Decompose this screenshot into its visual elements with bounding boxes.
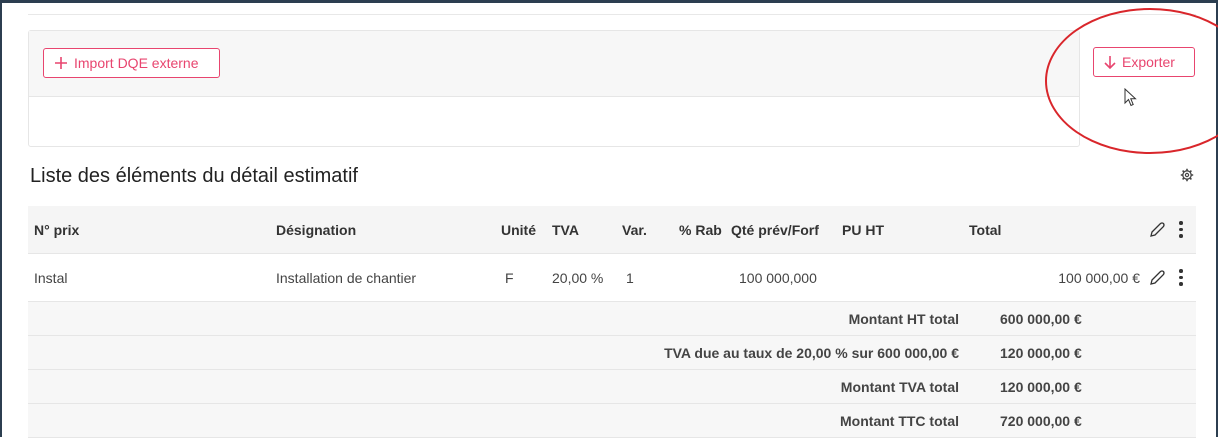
- window-top-border: [0, 0, 1218, 3]
- import-toolbar: Import DQE externe: [29, 31, 1079, 97]
- col-header-total[interactable]: Total: [969, 206, 1148, 254]
- summary-label: TVA due au taux de 20,00 % sur 600 000,0…: [28, 335, 969, 370]
- col-header-pu[interactable]: PU HT: [842, 206, 969, 254]
- page-title: Liste des éléments du détail estimatif: [30, 165, 358, 187]
- row-actions: [1148, 253, 1196, 302]
- col-header-unite[interactable]: Unité: [501, 206, 549, 254]
- col-header-prix[interactable]: N° prix: [28, 206, 276, 254]
- cell-prix: Instal: [28, 253, 276, 302]
- cell-pu: [842, 253, 969, 302]
- import-panel: Import DQE externe: [28, 30, 1080, 147]
- pencil-icon[interactable]: [1148, 221, 1166, 239]
- import-dqe-button[interactable]: Import DQE externe: [43, 48, 220, 78]
- col-header-qte[interactable]: Qté prév/Forf: [731, 206, 842, 254]
- kebab-menu-icon[interactable]: [1178, 221, 1184, 238]
- col-header-rab[interactable]: % Rab: [670, 206, 731, 254]
- cell-tva: 20,00 %: [549, 253, 622, 302]
- window-left-border: [0, 0, 2, 437]
- cell-total: 100 000,00 €: [969, 253, 1148, 302]
- summary-row: Montant TVA total 120 000,00 €: [28, 369, 1196, 404]
- estimate-table: N° prix Désignation Unité TVA Var. % Rab…: [28, 206, 1196, 438]
- summary-row: Montant HT total 600 000,00 €: [28, 301, 1196, 336]
- cell-unite: F: [501, 253, 549, 302]
- summary-value: 600 000,00 €: [969, 301, 1148, 336]
- summary-label: Montant TTC total: [28, 403, 969, 438]
- table-header-row: N° prix Désignation Unité TVA Var. % Rab…: [28, 206, 1196, 254]
- cell-qte: 100 000,000: [731, 253, 842, 302]
- summary-row: TVA due au taux de 20,00 % sur 600 000,0…: [28, 335, 1196, 370]
- summary-value: 120 000,00 €: [969, 335, 1148, 370]
- divider: [28, 14, 1196, 15]
- summary-value: 720 000,00 €: [969, 403, 1148, 438]
- import-dqe-label: Import DQE externe: [74, 55, 199, 71]
- col-header-designation[interactable]: Désignation: [276, 206, 501, 254]
- cell-designation: Installation de chantier: [276, 253, 501, 302]
- table-row[interactable]: Instal Installation de chantier F 20,00 …: [28, 253, 1196, 302]
- col-header-var[interactable]: Var.: [622, 206, 670, 254]
- gear-icon[interactable]: [1180, 168, 1194, 182]
- summary-value: 120 000,00 €: [969, 369, 1148, 404]
- kebab-menu-icon[interactable]: [1178, 269, 1184, 286]
- summary-label: Montant HT total: [28, 301, 969, 336]
- summary-label: Montant TVA total: [28, 369, 969, 404]
- col-header-tva[interactable]: TVA: [549, 206, 622, 254]
- mouse-cursor-icon: [1124, 88, 1137, 107]
- pencil-icon[interactable]: [1148, 269, 1166, 287]
- cell-var: 1: [622, 253, 670, 302]
- summary-row: Montant TTC total 720 000,00 €: [28, 403, 1196, 438]
- header-actions: [1148, 206, 1196, 254]
- cell-rab: [670, 253, 731, 302]
- plus-icon: [55, 57, 67, 69]
